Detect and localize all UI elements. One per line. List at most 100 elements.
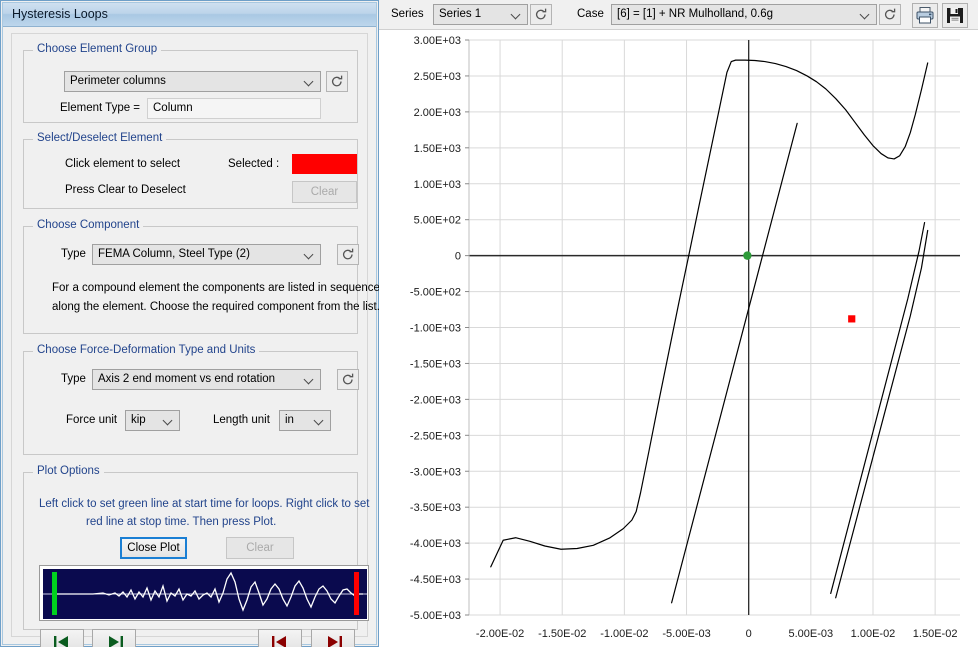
press-clear-hint: Press Clear to Deselect [65,184,186,196]
component-type-label: Type [61,248,86,260]
skip-forward-icon [109,636,123,647]
fd-type-label: Type [61,373,86,385]
y-tick-label: -4.00E+03 [410,538,461,550]
close-plot-button[interactable]: Close Plot [120,537,187,559]
step-forward-green-button[interactable] [92,629,136,647]
hysteresis-plot-svg[interactable]: 3.00E+03 2.50E+03 2.00E+03 1.50E+03 1.00E+03… [379,30,978,647]
dialog-body: Choose Element Group Perimeter columns E… [11,33,380,647]
skip-back-icon [272,636,286,647]
fd-type-value: Axis 2 end moment vs end rotation [98,373,276,385]
chart-panel: Series Series 1 Case [6] = [1] + NR Mulh… [379,0,978,647]
fd-type-refresh-button[interactable] [337,369,359,390]
skip-forward-icon [328,636,342,647]
y-tick-label: -1.50E+03 [410,358,461,370]
case-value: [6] = [1] + NR Mulholland, 0.6g [617,8,773,20]
x-tick-label: -5.00E-03 [662,628,710,640]
click-element-hint: Click element to select [65,158,181,170]
save-button[interactable] [942,3,968,28]
y-tick-label: -3.00E+03 [410,466,461,478]
left-dialog-panel: Hysteresis Loops Choose Element Group Pe… [0,0,380,647]
chevron-down-icon [315,416,324,425]
step-back-red-button[interactable] [258,629,302,647]
y-tick-label: 3.00E+03 [414,35,461,47]
case-label: Case [577,8,604,20]
series-dropdown[interactable]: Series 1 [433,4,528,25]
x-tick-label: 1.50E-02 [913,628,958,640]
chevron-down-icon [164,416,173,425]
selected-label: Selected : [228,158,280,170]
element-group-refresh-button[interactable] [326,71,348,92]
plot-options-box: Plot Options Left click to set green lin… [23,465,369,647]
chevron-down-icon [305,250,314,259]
component-type-refresh-button[interactable] [337,244,359,265]
refresh-icon [884,8,896,20]
x-tick-label: -2.00E-02 [476,628,524,640]
series-value: Series 1 [439,8,482,20]
x-tick-label: -1.50E-02 [538,628,586,640]
y-tick-label: 1.50E+03 [414,143,461,155]
clear-selection-button[interactable]: Clear [292,181,357,203]
refresh-icon [535,8,547,20]
choose-element-group-box: Choose Element Group Perimeter columns E… [23,43,358,123]
chevron-down-icon [861,10,870,19]
step-start-green-button[interactable] [40,629,84,647]
skip-back-icon [54,636,68,647]
length-unit-value: in [285,414,294,426]
chart-toolbar: Series Series 1 Case [6] = [1] + NR Mulh… [379,0,978,30]
force-deformation-legend: Choose Force-Deformation Type and Units [33,344,260,356]
element-group-dropdown[interactable]: Perimeter columns [64,71,321,92]
plot-hint-line2: red line at stop time. Then press Plot. [86,516,277,528]
element-type-field: Column [147,98,321,119]
refresh-icon [331,75,343,87]
y-tick-label: 1.00E+03 [414,179,461,191]
component-type-value: FEMA Column, Steel Type (2) [98,248,250,260]
printer-icon [916,7,934,24]
chevron-down-icon [305,77,314,86]
y-tick-label: -2.50E+03 [410,430,461,442]
force-unit-value: kip [131,414,146,426]
y-tick-label: 5.00E+02 [414,215,461,227]
y-tick-label: -2.00E+03 [410,394,461,406]
select-deselect-element-box: Select/Deselect Element Click element to… [23,132,358,209]
x-tick-label: 5.00E-03 [789,628,834,640]
component-help-line1: For a compound element the components ar… [52,282,380,294]
window-titlebar: Hysteresis Loops [3,3,376,27]
chevron-down-icon [305,375,314,384]
start-marker[interactable] [743,251,752,260]
x-tick-label: 1.00E-02 [851,628,896,640]
accelerogram-trace[interactable] [43,569,367,619]
y-tick-label: -5.00E+03 [410,610,461,622]
hysteresis-plot[interactable]: 3.00E+03 2.50E+03 2.00E+03 1.50E+03 1.00E+03… [379,30,978,647]
y-tick-label: -5.00E+02 [410,287,461,299]
choose-component-legend: Choose Component [33,219,144,231]
print-button[interactable] [912,3,938,28]
y-tick-label: 0 [455,251,461,263]
series-refresh-button[interactable] [530,4,552,25]
component-help-line2: along the element. Choose the required c… [52,301,380,313]
force-unit-dropdown[interactable]: kip [125,410,180,431]
fd-type-dropdown[interactable]: Axis 2 end moment vs end rotation [92,369,321,390]
component-type-dropdown[interactable]: FEMA Column, Steel Type (2) [92,244,321,265]
y-tick-label: -4.50E+03 [410,574,461,586]
ground-motion-timeline[interactable] [39,565,369,621]
y-tick-label: -3.50E+03 [410,502,461,514]
stop-marker[interactable] [848,315,856,323]
plot-hint-line1: Left click to set green line at start ti… [39,498,370,510]
plot-options-legend: Plot Options [33,465,104,477]
case-dropdown[interactable]: [6] = [1] + NR Mulholland, 0.6g [611,4,877,25]
refresh-icon [342,248,354,260]
save-floppy-icon [947,8,963,23]
refresh-icon [342,373,354,385]
chevron-down-icon [512,10,521,19]
hysteresis-loops-window: Hysteresis Loops Choose Element Group Pe… [0,0,978,647]
y-tick-label: 2.00E+03 [414,107,461,119]
case-refresh-button[interactable] [879,4,901,25]
plot-clear-button[interactable]: Clear [226,537,294,559]
window-title: Hysteresis Loops [12,7,108,21]
select-deselect-legend: Select/Deselect Element [33,132,167,144]
step-forward-red-button[interactable] [311,629,355,647]
length-unit-dropdown[interactable]: in [279,410,331,431]
y-tick-label: 2.50E+03 [414,71,461,83]
series-label: Series [391,8,424,20]
choose-element-group-legend: Choose Element Group [33,43,162,55]
